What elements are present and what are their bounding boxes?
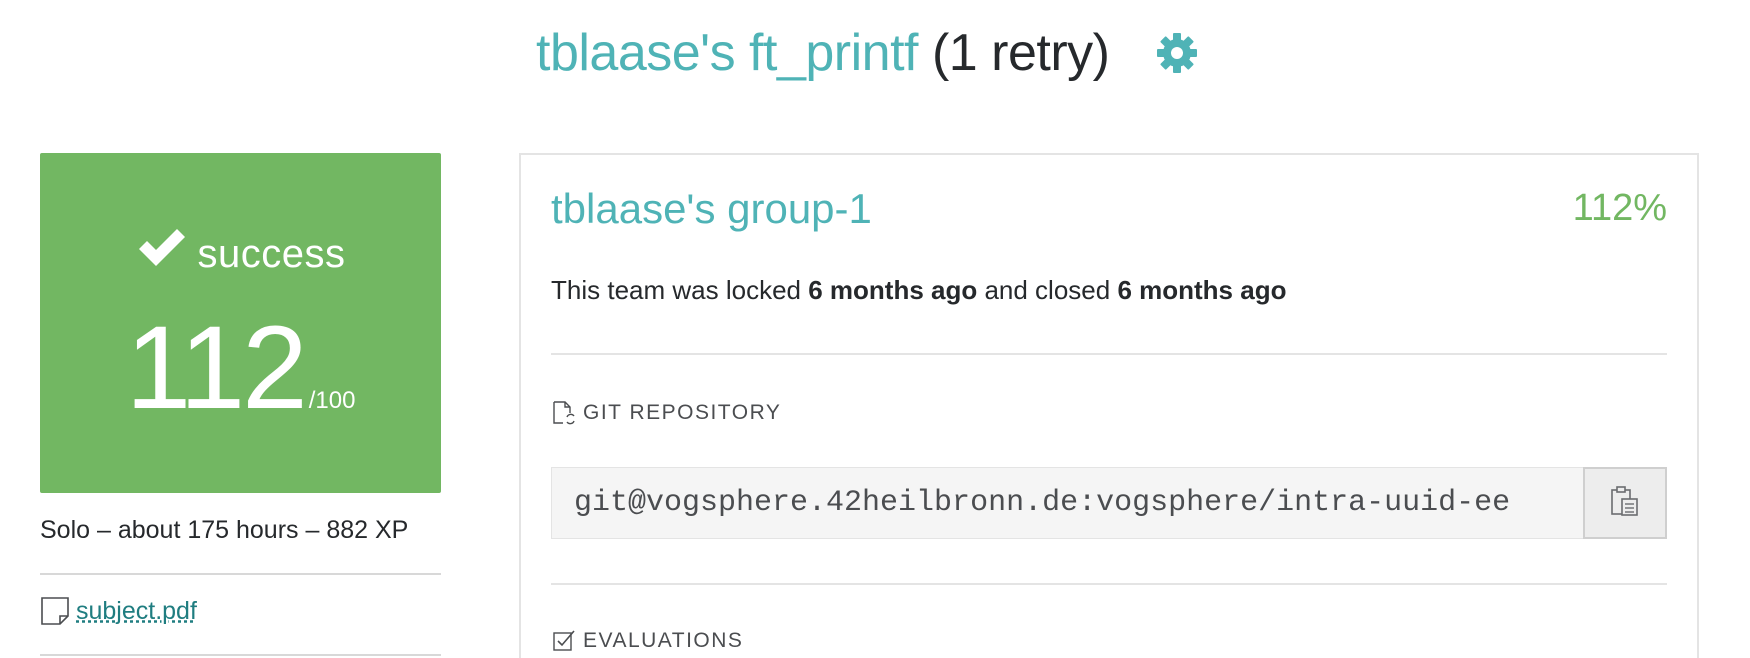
- project-title: tblaase's ft_printf: [536, 24, 918, 82]
- evaluations-title: EVALUATIONS: [583, 629, 744, 652]
- subject-link[interactable]: subject.pdf: [76, 597, 197, 626]
- status-middle: and closed: [977, 275, 1118, 305]
- project-page: tblaase's ft_printf (1 retry) success 11…: [0, 0, 1750, 658]
- project-meta: Solo – about 175 hours – 882 XP: [40, 516, 409, 544]
- git-repository-title: GIT REPOSITORY: [583, 401, 782, 424]
- status-prefix: This team was locked: [551, 275, 809, 305]
- repository-icon: [551, 400, 577, 426]
- retry-count: (1 retry): [931, 24, 1110, 82]
- file-icon: [40, 596, 70, 626]
- team-panel: tblaase's group-1 112% This team was loc…: [519, 153, 1699, 658]
- repository-field: [551, 467, 1667, 539]
- team-status: This team was locked 6 months ago and cl…: [551, 275, 1286, 306]
- status-line: success: [40, 225, 441, 277]
- check-icon: [136, 225, 188, 269]
- divider: [40, 573, 441, 575]
- divider: [40, 654, 441, 656]
- subject-attachment: subject.pdf: [40, 596, 197, 626]
- copy-button[interactable]: [1583, 467, 1667, 539]
- team-name[interactable]: tblaase's group-1: [551, 185, 872, 233]
- clipboard-icon: [1608, 484, 1642, 523]
- git-repository-heading: GIT REPOSITORY: [551, 400, 781, 426]
- score-max: /100: [308, 387, 356, 414]
- score: 112/100: [40, 303, 441, 433]
- result-box: success 112/100: [40, 153, 441, 493]
- divider: [551, 583, 1667, 585]
- score-value: 112: [125, 302, 308, 434]
- gear-icon[interactable]: [1155, 31, 1199, 75]
- closed-time: 6 months ago: [1117, 275, 1287, 305]
- page-title: tblaase's ft_printf (1 retry): [536, 18, 1199, 88]
- team-final-mark: 112%: [1572, 187, 1667, 229]
- status-label: success: [197, 232, 346, 276]
- repository-url-input[interactable]: [551, 467, 1583, 539]
- divider: [551, 353, 1667, 355]
- evaluations-heading: EVALUATIONS: [551, 628, 743, 654]
- locked-time: 6 months ago: [808, 275, 978, 305]
- checkbox-icon: [551, 628, 577, 654]
